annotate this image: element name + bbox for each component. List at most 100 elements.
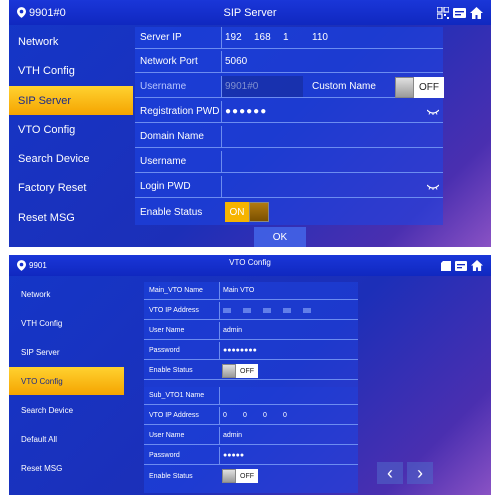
enable-status-toggle[interactable]: ON [225,202,269,222]
blurred-ip [223,308,313,313]
top-bar: 9901#0 SIP Server [9,0,491,25]
custom-name-label: Custom Name [312,81,376,92]
sub-vto-user-label: User Name [149,432,185,439]
network-port-row: Network Port 5060 [135,51,443,73]
domain-name-label: Domain Name [140,131,204,142]
show-password-icon[interactable] [423,101,443,122]
sip-username-label: Username [140,156,187,167]
sidebar-item-network[interactable]: Network [9,280,124,308]
main-vto-user-row: User Name admin [144,322,358,340]
sidebar-item-vto-config[interactable]: VTO Config [9,115,133,144]
custom-name-toggle[interactable]: OFF [395,77,444,98]
sidebar-item-search-device[interactable]: Search Device [9,144,133,173]
network-port-label: Network Port [140,56,198,67]
sidebar-item-vth-config[interactable]: VTH Config [9,309,124,337]
sub-vto-enable-label: Enable Status [149,472,193,480]
sidebar-item-sip-server[interactable]: SIP Server [9,86,133,115]
registration-pwd-row: Registration PWD ●●●●●● [135,101,443,123]
page-title: SIP Server [223,6,277,19]
vto-config-screen: 9901 VTO Config Network VTH Config SIP S… [9,255,491,495]
ip-octet-2[interactable]: 168 [254,32,283,43]
ip-octet-1[interactable]: 0 [223,412,243,419]
sidebar-item-reset-msg[interactable]: Reset MSG [9,454,124,482]
sub-vto-enable-toggle-text: OFF [236,469,258,483]
sub-vto-password-label: Password [149,452,180,459]
domain-name-input[interactable] [221,126,443,147]
ip-octet-3[interactable]: 1 [283,32,312,43]
main-vto-name-row: Main_VTO Name Main VTO [144,282,358,300]
ip-octet-4[interactable]: 110 [312,32,341,43]
main-vto-user-label: User Name [149,327,185,334]
sd-card-icon[interactable] [441,260,451,271]
home-icon[interactable] [471,260,483,271]
sub-vto-ip-input[interactable]: 0 0 0 0 [219,407,358,424]
main-vto-password-input[interactable]: ●●●●●●●● [219,342,358,359]
registration-pwd-input[interactable]: ●●●●●● [221,101,417,122]
sub-vto-name-input-2[interactable] [219,387,358,404]
ip-octet-4[interactable]: 0 [283,412,303,419]
ok-button[interactable]: OK [254,227,306,247]
server-ip-label: Server IP [140,32,182,43]
show-login-password-icon[interactable] [423,176,443,197]
registration-pwd-label: Registration PWD [140,106,220,117]
sub-vto-name-label-2: Sub_VTO1 Name [149,392,205,399]
main-vto-password-row: Password ●●●●●●●● [144,342,358,360]
main-vto-enable-toggle-text: OFF [236,364,258,378]
enable-status-row: Enable Status [135,201,443,223]
main-vto-ip-row: VTO IP Address [144,302,358,320]
main-vto-password-label: Password [149,347,180,354]
username-label: Username [140,81,187,92]
sidebar-item-reset-msg[interactable]: Reset MSG [9,203,133,232]
server-ip-input[interactable]: 192 168 1 110 [221,27,341,48]
toggle-knob [222,364,236,378]
main-vto-name-input[interactable]: Main VTO [219,282,358,299]
sip-username-row: Username [135,151,443,173]
ip-octet-3[interactable]: 0 [263,412,283,419]
main-vto-enable-label: Enable Status [149,367,193,374]
sidebar-item-sip-server[interactable]: SIP Server [9,338,124,366]
login-pwd-label: Login PWD [140,181,191,192]
main-vto-user-input[interactable]: admin [219,322,358,339]
server-ip-row: Server IP 192 168 1 110 [135,27,443,49]
home-icon[interactable] [470,6,483,19]
ip-octet-1[interactable]: 192 [225,32,254,43]
sub-vto-ip-row: VTO IP Address 0 0 0 0 [144,407,358,425]
next-page-button[interactable]: › [407,462,433,484]
sidebar-item-search-device[interactable]: Search Device [9,396,124,424]
sidebar-item-factory-reset[interactable]: Factory Reset [9,173,133,202]
toggle-knob [222,469,236,483]
sidebar-item-network[interactable]: Network [9,27,133,56]
username-input[interactable]: 9901#0 [221,76,303,97]
main-vto-ip-label: VTO IP Address [149,307,199,314]
message-icon[interactable] [453,7,466,19]
main-vto-ip-input[interactable] [219,302,358,319]
page-title: VTO Config [229,258,271,267]
sub-vto-name-row-2: Sub_VTO1 Name [144,387,358,405]
message-icon[interactable] [455,260,467,271]
sip-username-input[interactable] [221,151,443,172]
network-port-input[interactable]: 5060 [221,51,443,72]
main-vto-name-label: Main_VTO Name [149,287,203,294]
enable-status-label: Enable Status [140,206,203,218]
sub-vto-password-row: Password ●●●●● [144,447,358,465]
sidebar-item-vth-config[interactable]: VTH Config [9,56,133,85]
sub-vto-ip-label: VTO IP Address [149,412,199,419]
previous-page-button[interactable]: ‹ [377,462,403,484]
sub-vto-user-row: User Name admin [144,427,358,445]
domain-name-row: Domain Name [135,126,443,148]
form-area: Server IP 192 168 1 110 Network Port 506… [135,27,443,225]
login-pwd-row: Login PWD [135,176,443,198]
sidebar-item-default-all[interactable]: Default All [9,425,124,453]
ip-octet-2[interactable]: 0 [243,412,263,419]
main-vto-enable-toggle[interactable]: OFF [222,364,258,378]
qr-code-icon[interactable] [437,6,449,19]
custom-name-toggle-text: OFF [414,77,444,98]
toggle-knob [249,202,269,222]
top-bar: 9901 VTO Config [9,255,491,276]
toggle-knob [395,77,414,98]
sub-vto-user-input[interactable]: admin [219,427,358,444]
login-pwd-input[interactable] [221,176,417,197]
sub-vto-enable-toggle[interactable]: OFF [222,469,258,483]
sidebar-item-vto-config[interactable]: VTO Config [9,367,124,395]
sub-vto-password-input[interactable]: ●●●●● [219,447,358,464]
